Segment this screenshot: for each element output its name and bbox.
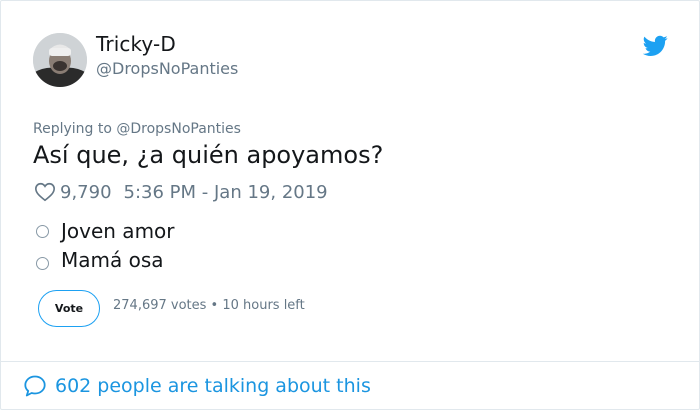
tweet-meta: 9,790 5:36 PM - Jan 19, 2019	[34, 179, 328, 205]
radio-button[interactable]	[36, 256, 49, 270]
avatar-photo	[33, 33, 87, 87]
poll-option[interactable]: Mamá osa	[36, 247, 164, 273]
avatar[interactable]	[33, 33, 87, 87]
tweet-timestamp[interactable]: 5:36 PM - Jan 19, 2019	[124, 182, 328, 203]
poll-option-label: Mamá osa	[61, 248, 164, 272]
author-name[interactable]: Tricky-D	[96, 32, 176, 56]
vote-button[interactable]: Vote	[38, 290, 100, 327]
like-count: 9,790	[60, 181, 112, 203]
tweet-card: Tricky-D @DropsNoPanties Replying to @Dr…	[0, 0, 700, 410]
poll-option-label: Joven amor	[61, 219, 175, 243]
talking-about-text: 602 people are talking about this	[55, 375, 371, 397]
poll-option[interactable]: Joven amor	[36, 218, 175, 244]
poll-status: 274,697 votes • 10 hours left	[113, 298, 305, 313]
twitter-bird-icon[interactable]	[642, 35, 668, 57]
radio-button[interactable]	[36, 224, 49, 238]
tweet-text: Así que, ¿a quién apoyamos?	[33, 141, 384, 169]
talking-about-link[interactable]: 602 people are talking about this	[23, 372, 371, 400]
divider	[1, 361, 699, 362]
speech-bubble-icon	[23, 374, 47, 398]
heart-icon[interactable]	[34, 181, 56, 203]
replying-to[interactable]: Replying to @DropsNoPanties	[33, 121, 241, 137]
author-handle[interactable]: @DropsNoPanties	[96, 59, 238, 78]
